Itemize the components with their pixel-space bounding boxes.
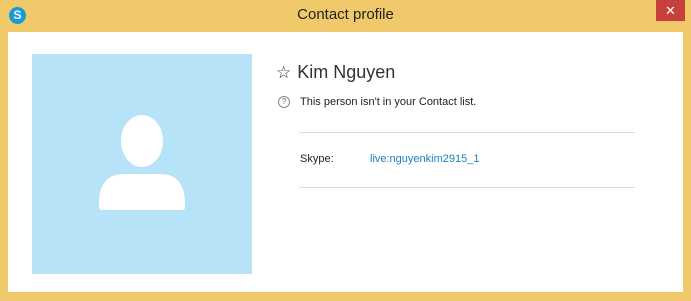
close-button[interactable]: ✕ [656, 0, 685, 21]
contact-name: Kim Nguyen [297, 62, 396, 82]
divider [299, 132, 635, 133]
star-outline-icon[interactable]: ☆ [276, 64, 291, 81]
default-person-icon [99, 115, 185, 210]
divider [299, 187, 635, 188]
contact-profile-window: S Contact profile ✕ ☆ Kim Nguyen ? This … [0, 0, 691, 301]
profile-panel: ☆ Kim Nguyen ? This person isn't in your… [8, 32, 683, 292]
question-circle-icon: ? [278, 96, 290, 108]
skype-label: Skype: [300, 153, 334, 165]
window-title: Contact profile [297, 6, 394, 23]
contact-status-row: ? This person isn't in your Contact list… [278, 96, 476, 108]
avatar [32, 54, 252, 274]
title-bar: S Contact profile ✕ [0, 0, 691, 31]
name-row: ☆ Kim Nguyen [276, 62, 395, 83]
skype-id-link[interactable]: live:nguyenkim2915_1 [370, 153, 479, 165]
contact-status-text: This person isn't in your Contact list. [300, 96, 477, 108]
